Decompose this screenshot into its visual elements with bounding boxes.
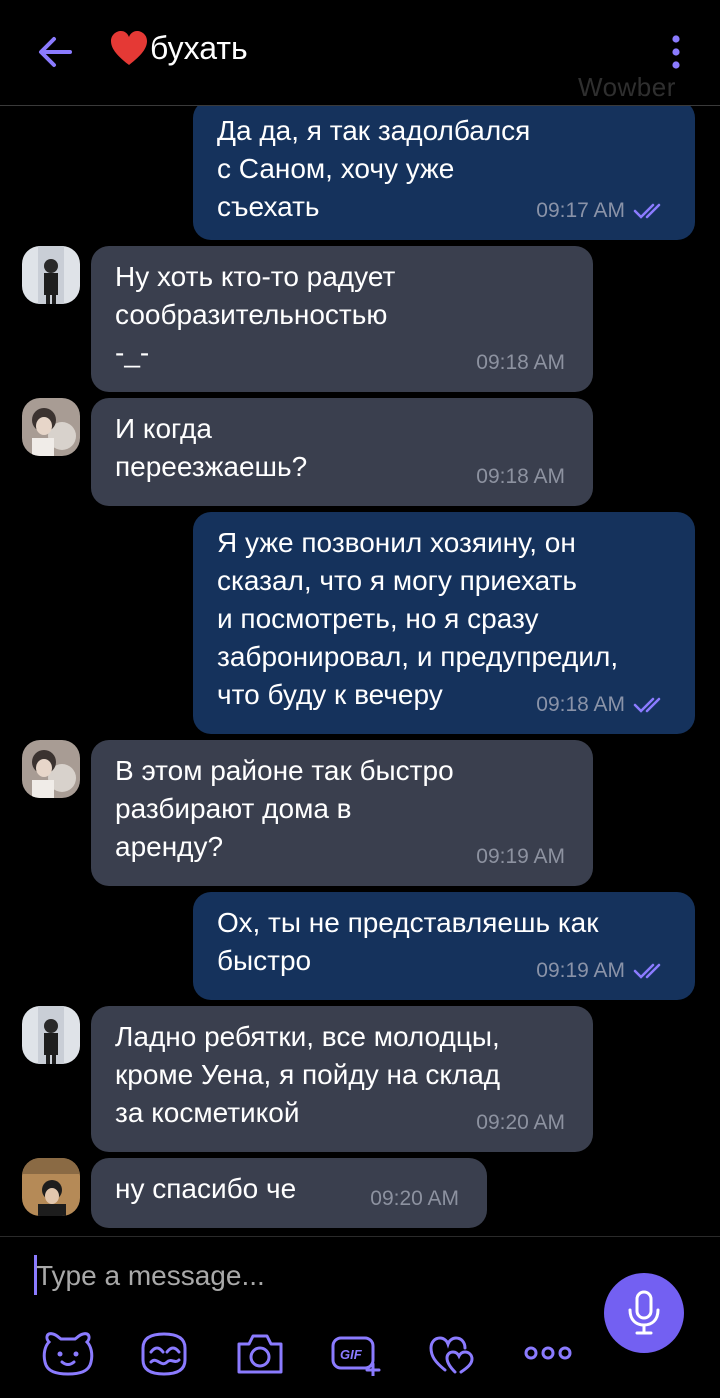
message-bubble-incoming[interactable]: В этом районе так быстро разбирают дома … — [91, 740, 593, 886]
avatar[interactable] — [22, 246, 80, 304]
doodle-icon — [141, 1332, 187, 1376]
more-icon — [524, 1346, 572, 1360]
svg-text:GIF: GIF — [340, 1347, 363, 1362]
avatar[interactable] — [22, 1006, 80, 1064]
message-timestamp: 09:18 AM — [476, 351, 565, 374]
double-check-icon — [633, 203, 661, 219]
avatar[interactable] — [22, 398, 80, 456]
gift-heart-button[interactable] — [424, 1329, 480, 1377]
camera-icon — [237, 1334, 283, 1374]
message-bubble-incoming[interactable]: ну спасибо че 09:20 AM — [91, 1158, 487, 1228]
message-composer: GIF — [0, 1236, 720, 1398]
back-button[interactable] — [36, 34, 74, 70]
message-time: 09:19 AM — [476, 838, 565, 876]
avatar[interactable] — [22, 740, 80, 798]
avatar-1-image — [22, 1006, 80, 1064]
message-bubble-incoming[interactable]: Ну хоть кто-то радует сообразительностью… — [91, 246, 593, 392]
message-time: 09:17 AM — [536, 192, 667, 230]
chat-title[interactable]: бухать — [110, 30, 248, 67]
heart-gift-icon — [429, 1336, 474, 1374]
watermark: Wowber — [578, 72, 676, 102]
message-bubble-outgoing[interactable]: Да да, я так задолбался с Саном, хочу уж… — [193, 106, 695, 240]
message-time: 09:19 AM — [536, 952, 667, 990]
message-time: 09:20 AM — [476, 1104, 565, 1142]
microphone-icon — [628, 1290, 660, 1335]
voice-message-button[interactable] — [604, 1273, 684, 1353]
avatar[interactable] — [22, 1158, 80, 1216]
gif-icon: GIF — [331, 1336, 381, 1376]
message-bubble-outgoing[interactable]: Я уже позвонил хозяину, он сказал, что я… — [193, 512, 695, 734]
more-options-button[interactable] — [520, 1329, 576, 1377]
message-timestamp: 09:19 AM — [476, 845, 565, 868]
message-bubble-outgoing[interactable]: Ох, ты не представляешь как быстро 09:19… — [193, 892, 695, 1000]
sticker-icon — [42, 1332, 94, 1376]
message-time: 09:18 AM — [476, 344, 565, 382]
gif-button[interactable]: GIF — [328, 1329, 384, 1377]
avatar-2-image — [22, 398, 80, 456]
message-list[interactable]: Да да, я так задолбался с Саном, хочу уж… — [0, 106, 720, 1236]
message-timestamp: 09:18 AM — [476, 465, 565, 488]
more-menu-button[interactable] — [664, 34, 688, 70]
avatar-1-image — [22, 246, 80, 304]
chat-header: бухать Wowber — [0, 0, 720, 106]
message-time: 09:18 AM — [476, 458, 565, 496]
message-timestamp: 09:18 AM — [536, 693, 625, 716]
red-heart-icon — [111, 30, 147, 65]
message-timestamp: 09:19 AM — [536, 959, 625, 982]
avatar-3-image — [22, 1158, 80, 1216]
message-timestamp: 09:20 AM — [476, 1111, 565, 1134]
message-bubble-incoming[interactable]: И когда переезжаешь? 09:18 AM — [91, 398, 593, 506]
message-bubble-incoming[interactable]: Ладно ребятки, все молодцы, кроме Уена, … — [91, 1006, 593, 1152]
message-input[interactable] — [36, 1253, 576, 1299]
chat-title-text: бухать — [150, 30, 248, 66]
message-time: 09:18 AM — [536, 686, 667, 724]
more-vertical-icon — [672, 35, 680, 69]
sticker-button[interactable] — [40, 1329, 96, 1377]
double-check-icon — [633, 697, 661, 713]
arrow-left-icon — [39, 37, 72, 67]
avatar-2-image — [22, 740, 80, 798]
message-timestamp: 09:17 AM — [536, 199, 625, 222]
double-check-icon — [633, 963, 661, 979]
message-time: 09:20 AM — [370, 1180, 459, 1218]
message-timestamp: 09:20 AM — [370, 1187, 459, 1210]
doodle-button[interactable] — [136, 1329, 192, 1377]
camera-button[interactable] — [232, 1329, 288, 1377]
